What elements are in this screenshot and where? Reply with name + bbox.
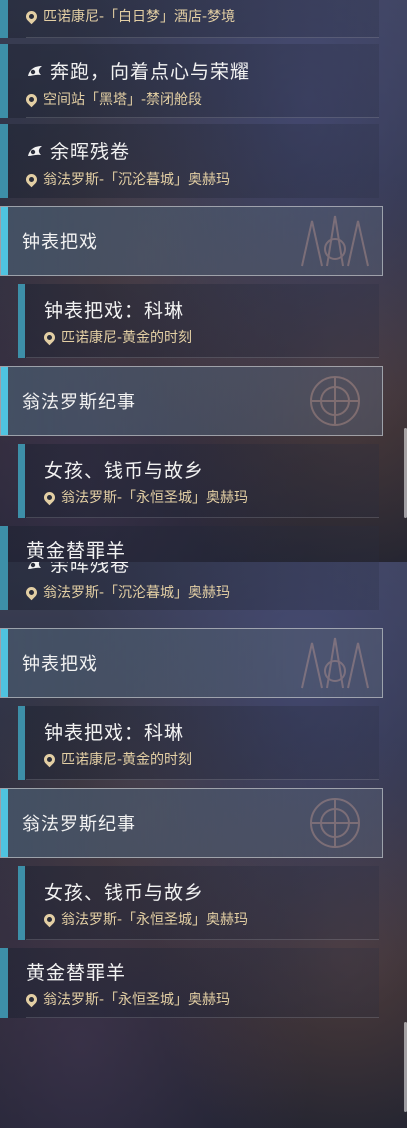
entry-title: 女孩、钱币与故乡 [44, 460, 205, 482]
quest-type-icon [28, 562, 41, 569]
quest-entry[interactable]: 钟表把戏：科琳 匹诺康尼-黄金的时刻 [0, 706, 407, 780]
entry-location: 翁法罗斯-「永恒圣城」奥赫玛 [61, 912, 249, 928]
location-pin-icon [23, 8, 40, 25]
location-pin-icon [41, 489, 58, 506]
quest-list-panel-top: 匹诺康尼-「白日梦」酒店-梦境 奔跑，向着点心与荣耀 空间站「黑塔」-禁闭舱段 … [0, 0, 407, 562]
quest-entry[interactable]: 余晖残卷 翁法罗斯-「沉沦暮城」奥赫玛 [0, 562, 407, 610]
entry-title: 钟表把戏：科琳 [44, 300, 185, 322]
entry-title: 余晖残卷 [50, 141, 131, 163]
entry-title: 黄金替罪羊 [26, 540, 127, 562]
entry-accent-bar [0, 44, 8, 118]
entry-accent-bar [0, 124, 8, 198]
quest-entry[interactable]: 女孩、钱币与故乡 翁法罗斯-「永恒圣城」奥赫玛 [0, 866, 407, 940]
entry-accent-bar [0, 0, 8, 38]
entry-title: 女孩、钱币与故乡 [44, 882, 205, 904]
category-header-clock[interactable]: 钟表把戏 [0, 206, 383, 276]
quest-entry[interactable]: 奔跑，向着点心与荣耀 空间站「黑塔」-禁闭舱段 [0, 44, 407, 118]
entry-location: 空间站「黑塔」-禁闭舱段 [43, 92, 203, 108]
entry-accent-bar [0, 562, 8, 610]
entry-location: 翁法罗斯-「沉沦暮城」奥赫玛 [43, 585, 231, 601]
location-pin-icon [41, 751, 58, 768]
entry-location: 翁法罗斯-「永恒圣城」奥赫玛 [43, 992, 231, 1008]
amphoreus-emblem-icon [310, 798, 360, 848]
amphoreus-emblem-icon [310, 376, 360, 426]
quest-entry[interactable]: 匹诺康尼-「白日梦」酒店-梦境 [0, 0, 407, 38]
entry-title: 奔跑，向着点心与荣耀 [50, 61, 251, 83]
entry-accent-bar [18, 444, 25, 518]
quest-list-panel-bottom: 余晖残卷 翁法罗斯-「沉沦暮城」奥赫玛 钟表把戏 钟表把戏：科琳 匹诺康尼-黄金… [0, 562, 407, 1128]
quest-type-icon [28, 66, 42, 76]
quest-entry[interactable]: 钟表把戏：科琳 匹诺康尼-黄金的时刻 [0, 284, 407, 358]
entry-location: 翁法罗斯-「永恒圣城」奥赫玛 [61, 490, 249, 506]
location-pin-icon [23, 91, 40, 108]
category-header-amphoreus[interactable]: 翁法罗斯纪事 [0, 788, 383, 858]
quest-entry[interactable]: 黄金替罪羊 翁法罗斯-「永恒圣城」奥赫玛 [0, 948, 407, 1018]
entry-title: 黄金替罪羊 [26, 962, 127, 984]
clock-emblem-icon [301, 637, 369, 689]
entry-accent-bar [18, 706, 25, 780]
quest-entry[interactable]: 黄金替罪羊 [0, 526, 407, 562]
entry-accent-bar [18, 866, 25, 940]
location-pin-icon [41, 911, 58, 928]
location-pin-icon [23, 991, 40, 1008]
category-label: 钟表把戏 [22, 232, 98, 253]
entry-accent-bar [0, 948, 8, 1018]
category-label: 钟表把戏 [22, 654, 98, 675]
entry-location: 翁法罗斯-「沉沦暮城」奥赫玛 [43, 172, 231, 188]
location-pin-icon [23, 584, 40, 601]
entry-title: 钟表把戏：科琳 [44, 722, 185, 744]
quest-type-icon [28, 146, 42, 156]
entry-accent-bar [0, 526, 8, 562]
location-pin-icon [23, 171, 40, 188]
entry-location: 匹诺康尼-「白日梦」酒店-梦境 [43, 9, 236, 25]
clock-emblem-icon [301, 215, 369, 267]
category-label: 翁法罗斯纪事 [22, 814, 136, 835]
quest-entry[interactable]: 余晖残卷 翁法罗斯-「沉沦暮城」奥赫玛 [0, 124, 407, 198]
entry-location: 匹诺康尼-黄金的时刻 [61, 752, 193, 768]
category-header-amphoreus[interactable]: 翁法罗斯纪事 [0, 366, 383, 436]
location-pin-icon [41, 329, 58, 346]
entry-location: 匹诺康尼-黄金的时刻 [61, 330, 193, 346]
category-label: 翁法罗斯纪事 [22, 392, 136, 413]
quest-entry[interactable]: 女孩、钱币与故乡 翁法罗斯-「永恒圣城」奥赫玛 [0, 444, 407, 518]
category-header-clock[interactable]: 钟表把戏 [0, 628, 383, 698]
entry-accent-bar [18, 284, 25, 358]
entry-title: 余晖残卷 [50, 562, 131, 576]
